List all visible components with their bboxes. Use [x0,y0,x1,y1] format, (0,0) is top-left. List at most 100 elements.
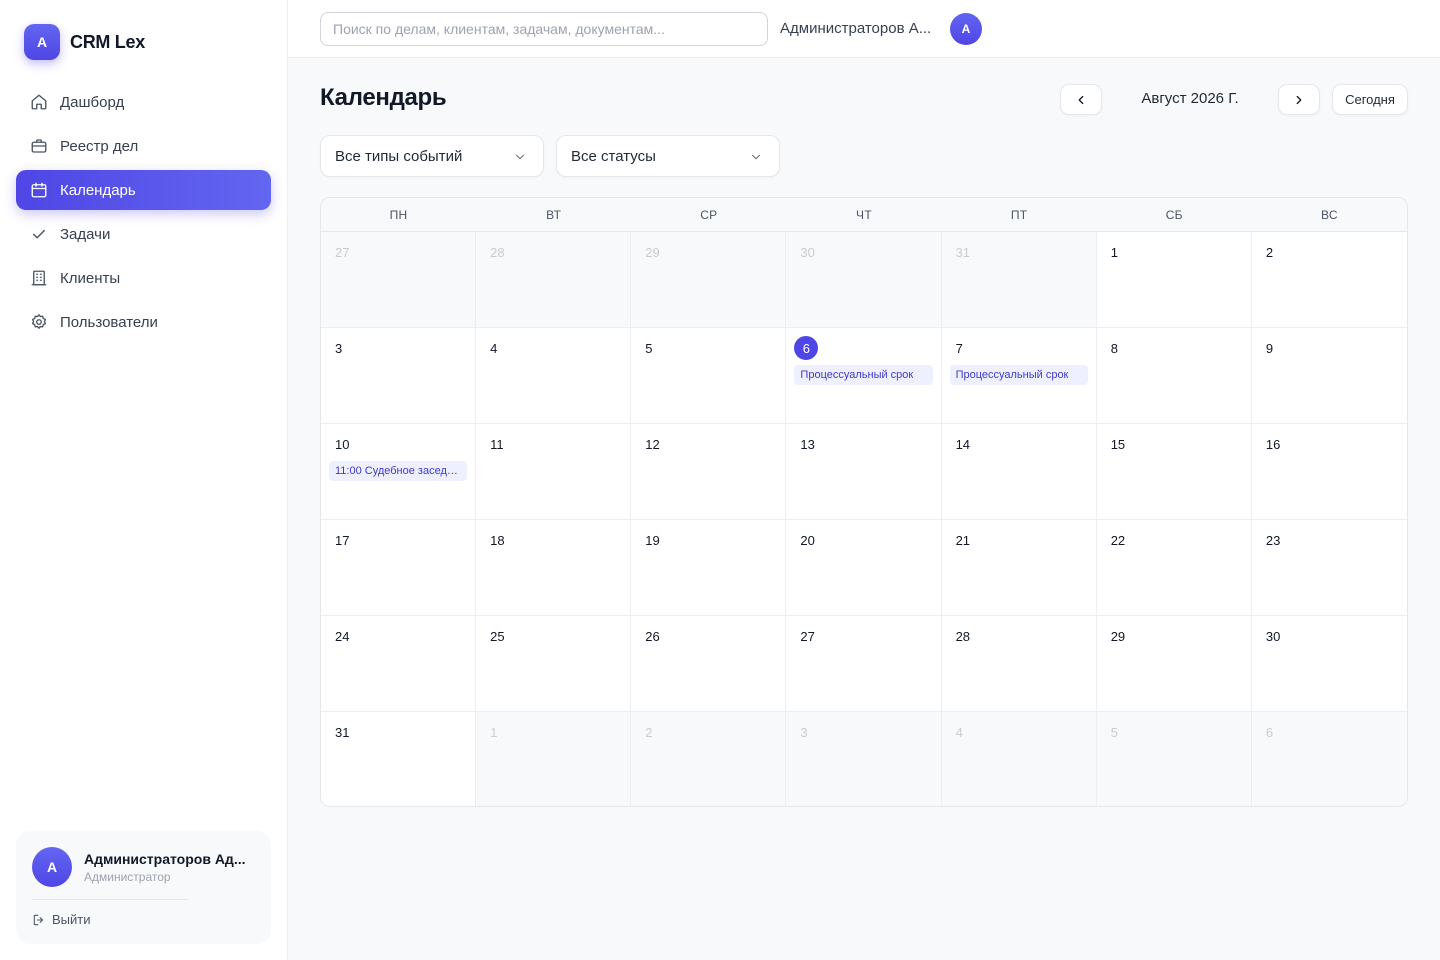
calendar-day[interactable]: 3 [321,328,477,424]
calendar-day[interactable]: 1 [476,712,632,806]
avatar[interactable]: A [32,847,72,887]
sidebar-nav: Дашборд Реестр дел Календарь Задачи Клие… [16,82,271,346]
calendar-day[interactable]: 2 [631,712,787,806]
day-number: 27 [335,245,350,260]
sidebar-item-label: Реестр дел [60,137,139,155]
calendar-event[interactable]: Процессуальный срок [949,365,1088,385]
day-number: 3 [335,341,343,356]
next-month-button[interactable] [1278,84,1320,115]
calendar-day[interactable]: 27 [786,616,942,712]
day-number: 2 [1265,245,1274,260]
day-number: 6 [1265,725,1274,740]
day-number: 16 [1265,437,1281,452]
status-value: Все статусы [571,147,656,165]
calendar-day[interactable]: 5 [631,328,787,424]
sidebar-item-calendar[interactable]: Календарь [16,170,271,210]
calendar-day[interactable]: 25 [476,616,632,712]
day-number: 31 [335,725,350,740]
day-number: 4 [490,341,498,356]
calendar-day[interactable]: 8 [1096,328,1252,424]
calendar-day[interactable]: 27 [321,232,477,328]
logout-icon [32,913,52,927]
event-type-select[interactable]: Все типы событий [320,135,544,177]
sidebar-item-tasks[interactable]: Задачи [16,214,271,254]
calendar-day[interactable]: 29 [1096,616,1252,712]
calendar-day[interactable]: 4 [476,328,632,424]
logout-button[interactable]: Выйти [32,912,91,927]
calendar-day[interactable]: 24 [321,616,477,712]
calendar-day[interactable]: 28 [941,616,1097,712]
calendar-day[interactable]: 14 [941,424,1097,520]
avatar[interactable]: A [950,13,982,45]
day-number: 22 [1110,533,1126,548]
day-number: 19 [645,533,660,548]
day-number: 1 [490,725,498,740]
day-number: 13 [800,437,815,452]
event-title: Процессуальный срок [800,369,914,381]
calendar-day[interactable]: 17 [321,520,477,616]
calendar-day[interactable]: 29 [631,232,787,328]
calendar-day[interactable]: 15 [1096,424,1252,520]
calendar-day[interactable]: 2 [1251,232,1407,328]
day-number: 30 [1265,629,1281,644]
status-select[interactable]: Все статусы [556,135,780,177]
day-number: 31 [955,245,971,260]
day-number: 27 [800,629,815,644]
calendar-day[interactable]: 19 [631,520,787,616]
calendar-day[interactable]: 28 [476,232,632,328]
calendar-day[interactable]: 11 [476,424,632,520]
user-role: Администратор [84,870,171,884]
calendar-day[interactable]: 4 [941,712,1097,806]
calendar-day[interactable]: 30 [786,232,942,328]
calendar-day[interactable]: 12 [631,424,787,520]
day-number: 3 [800,725,808,740]
brand[interactable]: A CRM Lex [24,24,145,60]
calendar-day[interactable]: 6 [1251,712,1407,806]
calendar-day[interactable]: 13 [786,424,942,520]
calendar-day[interactable]: 26 [631,616,787,712]
calendar-event[interactable]: 11:00 Судебное заседание [329,461,468,481]
chevron-right-icon [1292,93,1306,107]
calendar-month-view: ПН ВТ СР ЧТ ПТ СБ ВС 27 28 29 30 31 1 2 3 4 5 6 Про… [320,197,1408,807]
calendar-day[interactable]: 9 [1251,328,1407,424]
calendar-day[interactable]: 16 [1251,424,1407,520]
day-number: 20 [800,533,815,548]
calendar-day[interactable]: 20 [786,520,942,616]
calendar-day[interactable]: 10 11:00 Судебное заседание [321,424,477,520]
calendar-day[interactable]: 21 [941,520,1097,616]
sidebar-item-label: Пользователи [60,313,158,331]
event-title: 11:00 Судебное заседание [335,465,462,477]
day-number: 21 [955,533,971,548]
calendar-day[interactable]: 31 [941,232,1097,328]
sidebar-item-cases[interactable]: Реестр дел [16,126,271,166]
calendar-day[interactable]: 30 [1251,616,1407,712]
sidebar-item-users[interactable]: Пользователи [16,302,271,342]
day-number: 9 [1265,341,1274,356]
search-input[interactable] [320,12,768,46]
prev-month-button[interactable] [1060,84,1102,115]
calendar-day[interactable]: 7 Процессуальный срок [941,328,1097,424]
chevron-left-icon [1074,93,1088,107]
calendar-day[interactable]: 23 [1251,520,1407,616]
sidebar: A CRM Lex Дашборд Реестр дел Календарь З… [0,0,288,960]
calendar-event[interactable]: Процессуальный срок [794,365,933,385]
calendar-day[interactable]: 31 [321,712,477,806]
user-card: A Администраторов Ад... Администратор Вы… [16,831,271,944]
topbar-user-name[interactable]: Администраторов А... [780,20,936,37]
calendar-day[interactable]: 3 [786,712,942,806]
calendar-day[interactable]: 22 [1096,520,1252,616]
weekday-header: ПН ВТ СР ЧТ ПТ СБ ВС [321,198,1407,232]
calendar-day[interactable]: 5 [1096,712,1252,806]
sidebar-item-label: Дашборд [60,93,125,111]
sidebar-item-clients[interactable]: Клиенты [16,258,271,298]
calendar-day-today[interactable]: 6 Процессуальный срок [786,328,942,424]
calendar-day[interactable]: 1 [1096,232,1252,328]
calendar-day[interactable]: 18 [476,520,632,616]
home-icon [30,93,48,111]
topbar: Администраторов А... A [288,0,1440,58]
weekday-label: ПН [389,207,408,222]
sidebar-item-dashboard[interactable]: Дашборд [16,82,271,122]
day-number: 7 [955,341,963,356]
chevron-down-icon [513,150,527,164]
today-button[interactable]: Сегодня [1332,84,1408,115]
